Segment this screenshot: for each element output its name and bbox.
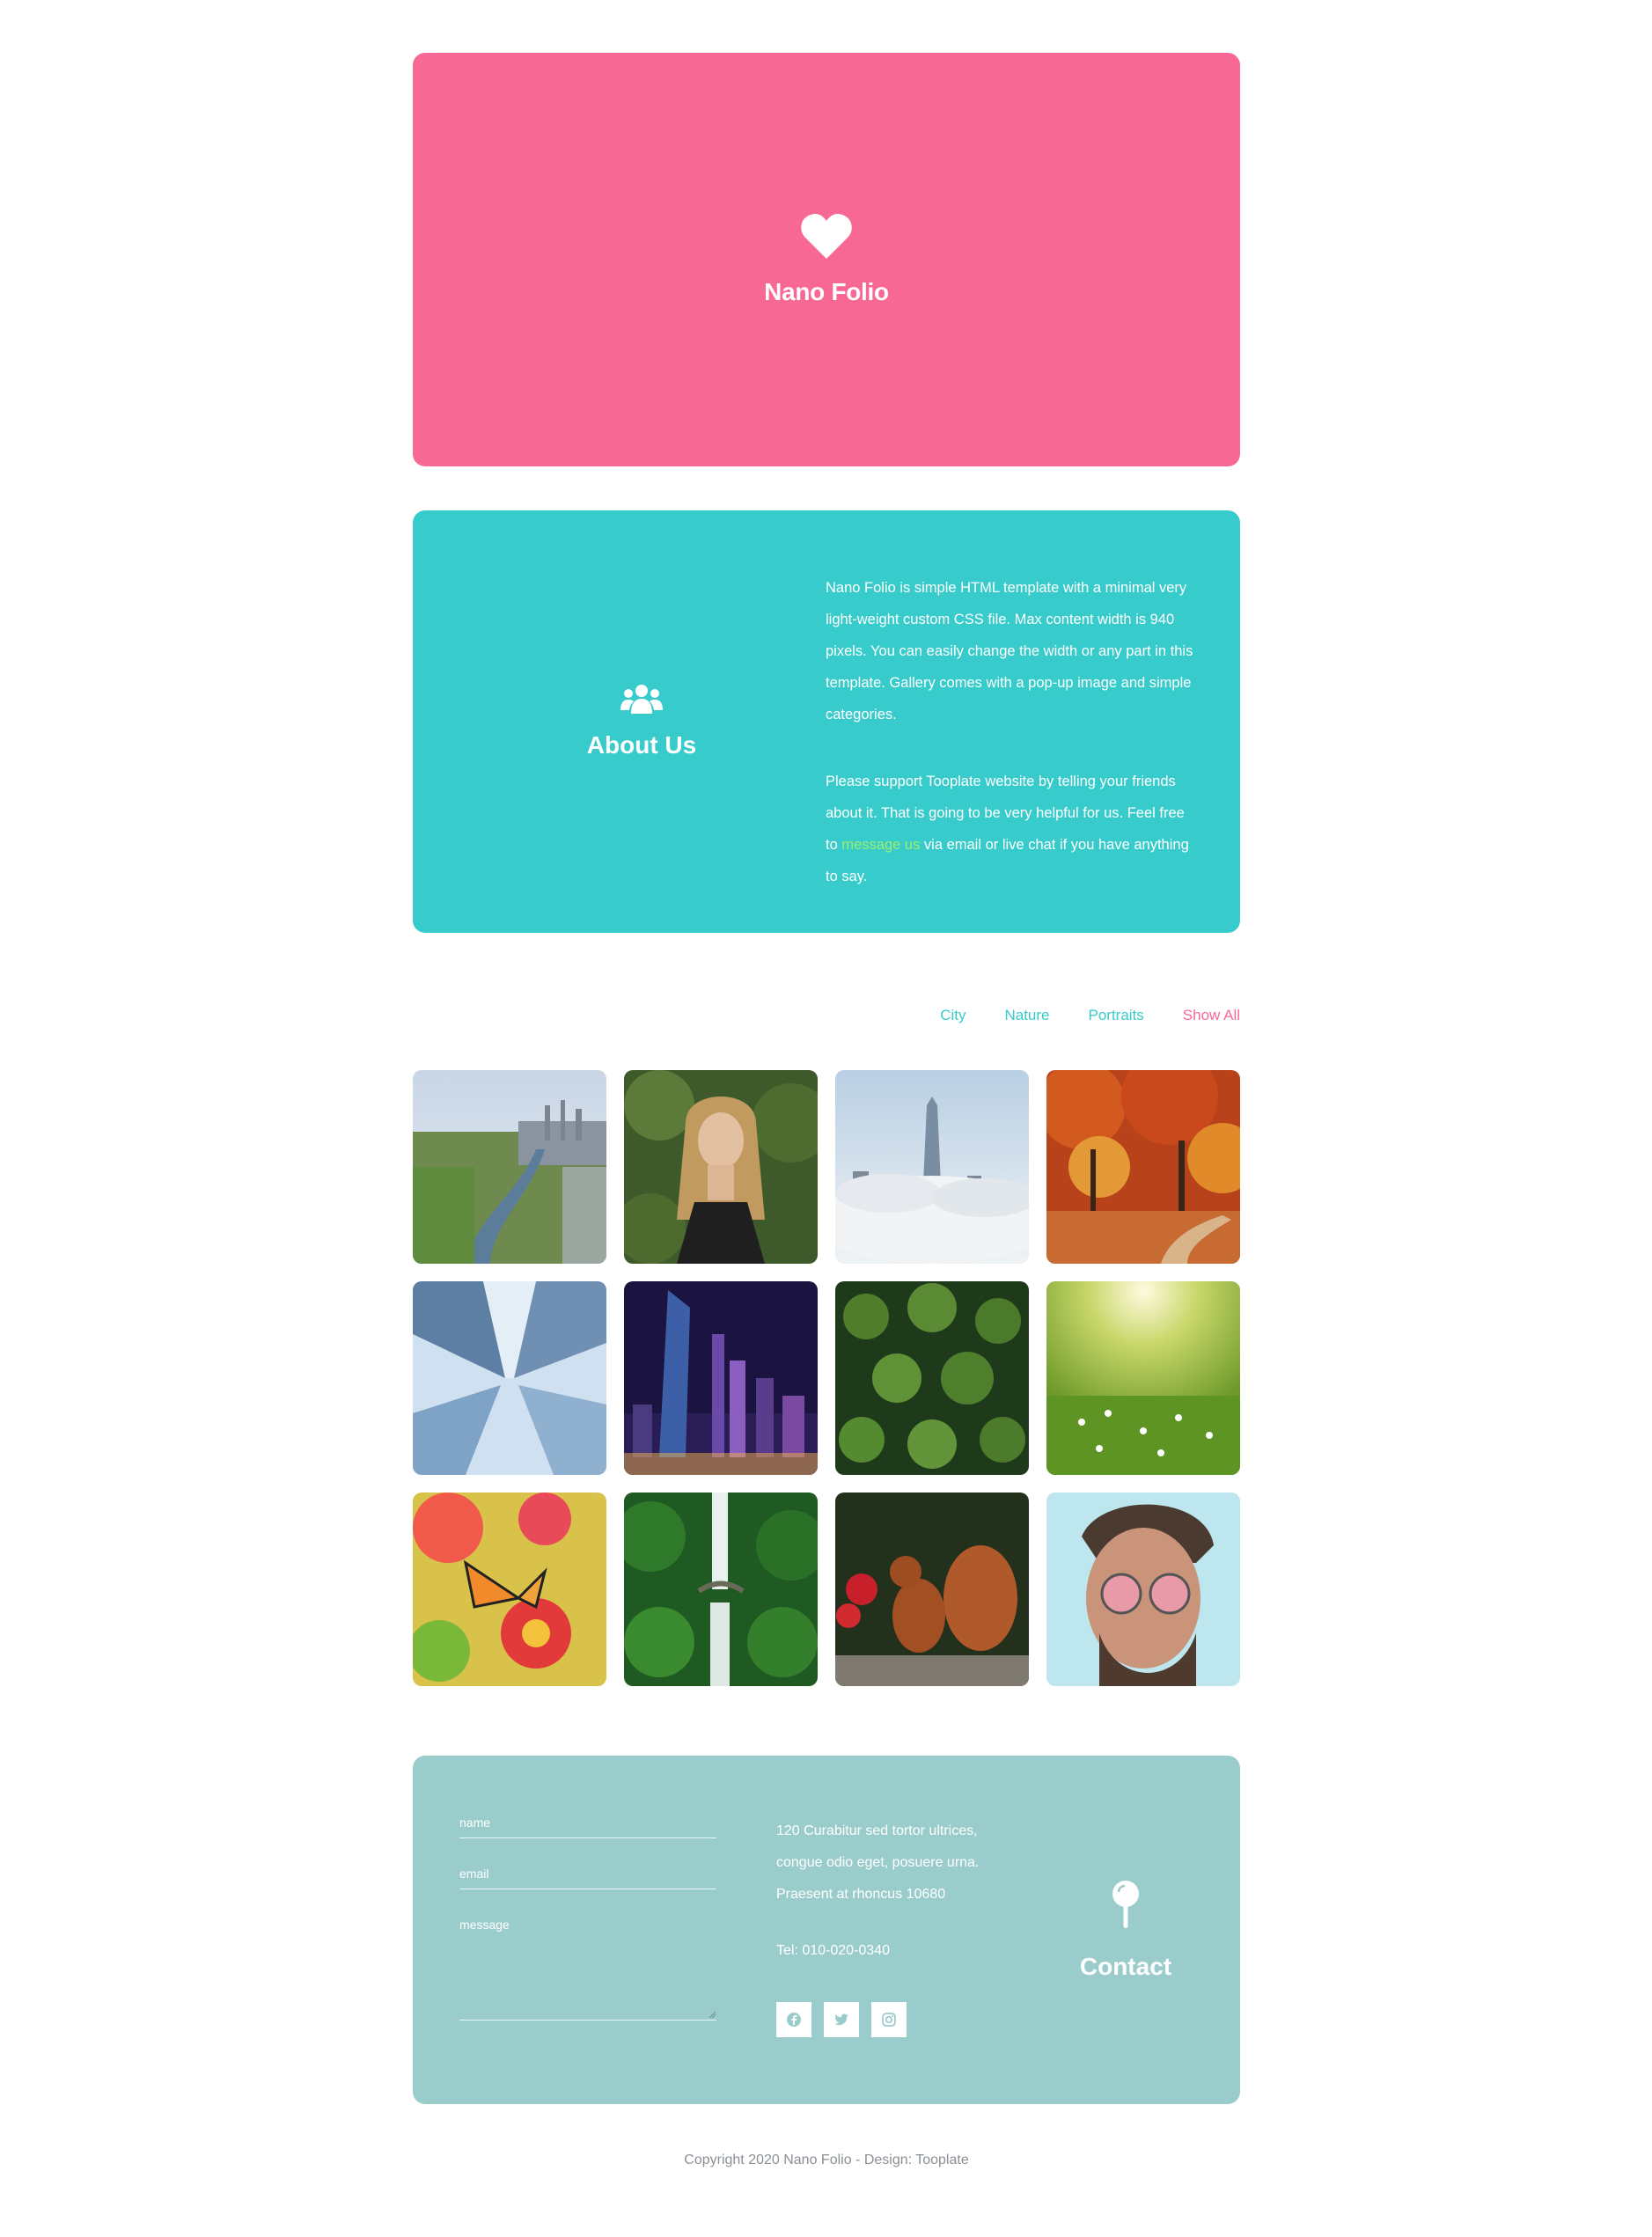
- contact-form: name email message send: [459, 1815, 716, 2118]
- gallery-item-clouds-tower[interactable]: [835, 1070, 1029, 1264]
- address-line-2: congue odio eget, posuere urna.: [776, 1855, 980, 1870]
- gallery-item-man-sunglasses[interactable]: [1046, 1493, 1240, 1686]
- about-heading-block: About Us: [413, 510, 870, 933]
- gallery-item-skyscrapers[interactable]: [413, 1281, 606, 1475]
- gallery-grid: [413, 1070, 1240, 1686]
- contact-heading-block: Contact: [1046, 1756, 1205, 2104]
- copyright-text: Copyright 2020 Nano Folio - Design: Toop…: [684, 2153, 969, 2167]
- gallery-item-city-night[interactable]: [624, 1281, 818, 1475]
- filter-portraits[interactable]: Portraits: [1089, 1007, 1144, 1033]
- about-paragraph-2: Please support Tooplate website by telli…: [826, 766, 1200, 892]
- map-pin-icon: [1112, 1881, 1139, 1928]
- heart-icon: [801, 213, 852, 259]
- email-field[interactable]: email: [459, 1867, 716, 1889]
- gallery-image: [624, 1281, 818, 1475]
- name-field[interactable]: name: [459, 1815, 716, 1838]
- gallery-image: [1046, 1493, 1240, 1686]
- gallery-item-squirrel[interactable]: [835, 1493, 1029, 1686]
- facebook-icon: [787, 2013, 801, 2027]
- gallery-image: [835, 1493, 1029, 1686]
- contact-title: Contact: [1079, 1953, 1172, 1980]
- about-text: Nano Folio is simple HTML template with …: [826, 572, 1200, 928]
- users-icon: [620, 685, 663, 714]
- phone: Tel: 010-020-0340: [776, 1943, 890, 1958]
- hero-section: Nano Folio: [413, 53, 1240, 466]
- gallery-item-butterfly[interactable]: [413, 1493, 606, 1686]
- about-title: About Us: [586, 731, 697, 759]
- contact-info: 120 Curabitur sed tortor ultrices, congu…: [776, 1815, 1040, 1967]
- gallery-item-meadow[interactable]: [1046, 1281, 1240, 1475]
- gallery-image: [624, 1493, 818, 1686]
- message-us-link[interactable]: message us: [841, 837, 920, 853]
- gallery-item-forest-aerial[interactable]: [835, 1281, 1029, 1475]
- gallery-image: [624, 1070, 818, 1264]
- contact-section: name email message send 120 Curabitur se…: [413, 1756, 1240, 2118]
- message-field[interactable]: message: [459, 1918, 716, 2021]
- about-section: About Us Nano Folio is simple HTML templ…: [413, 510, 1240, 933]
- gallery-item-waterfall[interactable]: [624, 1493, 818, 1686]
- gallery-item-woman-portrait[interactable]: [624, 1070, 818, 1264]
- address-line-1: 120 Curabitur sed tortor ultrices,: [776, 1823, 978, 1838]
- gallery-item-autumn-forest[interactable]: [1046, 1070, 1240, 1264]
- gallery-image: [413, 1493, 606, 1686]
- address: 120 Curabitur sed tortor ultrices, congu…: [776, 1815, 1040, 1911]
- email-label: email: [459, 1867, 489, 1881]
- social-links: [776, 2002, 907, 2037]
- gallery-image: [1046, 1281, 1240, 1475]
- twitter-link[interactable]: [824, 2002, 859, 2037]
- footer: Copyright 2020 Nano Folio - Design: Toop…: [413, 2153, 1240, 2168]
- gallery-image: [413, 1070, 606, 1264]
- twitter-icon: [834, 2013, 848, 2026]
- filter-city[interactable]: City: [940, 1007, 966, 1033]
- filter-show-all[interactable]: Show All: [1183, 1007, 1240, 1033]
- gallery-image: [835, 1281, 1029, 1475]
- name-label: name: [459, 1815, 491, 1830]
- send-button[interactable]: send: [682, 2103, 711, 2118]
- filter-nature[interactable]: Nature: [1004, 1007, 1049, 1033]
- address-line-3: Praesent at rhoncus 10680: [776, 1887, 946, 1902]
- message-label: message: [459, 1918, 510, 1932]
- gallery-item-aerial-city[interactable]: [413, 1070, 606, 1264]
- instagram-link[interactable]: [871, 2002, 907, 2037]
- gallery-image: [835, 1070, 1029, 1264]
- resize-handle-icon[interactable]: [708, 2010, 716, 2019]
- about-paragraph-1: Nano Folio is simple HTML template with …: [826, 580, 1193, 722]
- instagram-icon: [882, 2013, 896, 2027]
- gallery-filters: City Nature Portraits Show All: [413, 1007, 1240, 1033]
- site-title: Nano Folio: [764, 278, 889, 305]
- gallery-image: [1046, 1070, 1240, 1264]
- gallery-image: [413, 1281, 606, 1475]
- facebook-link[interactable]: [776, 2002, 811, 2037]
